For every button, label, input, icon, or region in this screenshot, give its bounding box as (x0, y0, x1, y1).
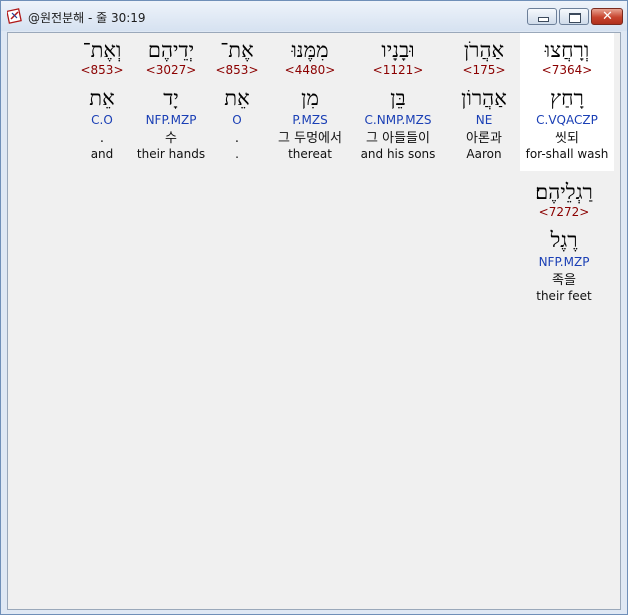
window-title: @원전분해 - 줄 30:19 (28, 11, 146, 25)
hebrew-lemma: אֵת (224, 86, 250, 110)
app-window: @원전분해 - 줄 30:19 ✕ וְרָחֲצוּ <7364> רָחַץ… (0, 0, 628, 615)
title-bar[interactable]: @원전분해 - 줄 30:19 ✕ (1, 1, 627, 31)
close-button[interactable]: ✕ (591, 8, 623, 25)
hebrew-word: וְרָחֲצוּ (544, 38, 590, 62)
maximize-button[interactable] (559, 8, 589, 25)
strong-number-link[interactable]: <853> (72, 63, 132, 77)
strong-number-link[interactable]: <3027> (134, 63, 208, 77)
hebrew-lemma: מִן (301, 86, 319, 110)
morphology-code: P.MZS (292, 113, 328, 127)
morphology-code: C.VQACZP (536, 113, 598, 127)
english-gloss: . (235, 147, 239, 161)
restore-icon (569, 13, 581, 23)
interlinear-panel: וְרָחֲצוּ <7364> רָחַץ C.VQACZP 씻되 for-s… (7, 32, 621, 610)
word-column[interactable]: וּבָנָיו <1121> בֵּן C.NMP.MZS 그 아들들이 an… (354, 33, 442, 162)
strong-number-link[interactable]: <7364> (520, 63, 614, 77)
english-gloss: for-shall wash (525, 147, 609, 161)
hebrew-word: אֶת־ (220, 38, 254, 62)
hebrew-word: מִמֶּנּוּ (291, 38, 329, 62)
strong-number-link[interactable]: <175> (444, 63, 524, 77)
english-gloss: their hands (136, 147, 206, 161)
strong-number-link[interactable]: <7272> (520, 205, 608, 219)
word-column[interactable]: רַגְלֵיהֶם׃ <7272> רֶגֶל NFP.MZP 족을 thei… (520, 175, 608, 304)
english-gloss: Aaron (466, 147, 502, 161)
korean-gloss: 씻되 (555, 131, 579, 146)
morphology-code: NE (475, 113, 493, 127)
strong-number-link[interactable]: <1121> (354, 63, 442, 77)
word-column[interactable]: אֶת־ <853> אֵת O . . (212, 33, 262, 162)
morphology-code: NFP.MZP (538, 255, 590, 269)
english-gloss: their feet (536, 289, 592, 303)
hebrew-lemma: אַהֲרוֹן (461, 86, 507, 110)
korean-gloss: 아론과 (466, 131, 502, 146)
morphology-code: C.NMP.MZS (364, 113, 432, 127)
minimize-button[interactable] (527, 8, 557, 25)
strong-number-link[interactable]: <4480> (266, 63, 354, 77)
hebrew-word: רַגְלֵיהֶם׃ (535, 180, 593, 204)
hebrew-word: אַהֲרֹן (463, 38, 505, 62)
hebrew-word: וּבָנָיו (381, 38, 415, 62)
english-gloss: and (90, 147, 114, 161)
korean-gloss: 수 (165, 131, 177, 146)
korean-gloss: . (99, 131, 105, 146)
morphology-code: NFP.MZP (145, 113, 197, 127)
english-gloss: and his sons (360, 147, 436, 161)
word-column[interactable]: אַהֲרֹן <175> אַהֲרוֹן NE 아론과 Aaron (444, 33, 524, 162)
morphology-code: C.O (91, 113, 113, 127)
word-column[interactable]: וְרָחֲצוּ <7364> רָחַץ C.VQACZP 씻되 for-s… (520, 33, 614, 171)
korean-gloss: 그 두멍에서 (278, 131, 342, 146)
english-gloss: thereat (288, 147, 332, 161)
word-column[interactable]: יְדֵיהֶם <3027> יָד NFP.MZP 수 their hand… (134, 33, 208, 162)
hebrew-lemma: רָחַץ (550, 86, 584, 110)
hebrew-lemma: רֶגֶל (550, 228, 578, 252)
word-column[interactable]: מִמֶּנּוּ <4480> מִן P.MZS 그 두멍에서 therea… (266, 33, 354, 162)
hebrew-word: יְדֵיהֶם (147, 38, 195, 62)
close-icon: ✕ (602, 9, 613, 24)
minimize-icon (538, 17, 549, 22)
strong-number-link[interactable]: <853> (212, 63, 262, 77)
bible-book-icon[interactable] (7, 8, 23, 24)
morphology-code: O (232, 113, 242, 127)
hebrew-lemma: יָד (163, 86, 179, 110)
hebrew-lemma: אֵת (89, 86, 115, 110)
korean-gloss: 족을 (552, 273, 576, 288)
hebrew-lemma: בֵּן (390, 86, 406, 110)
korean-gloss: . (234, 131, 240, 146)
word-column[interactable]: וְאֶת־ <853> אֵת C.O . and (72, 33, 132, 162)
hebrew-word: וְאֶת־ (82, 38, 122, 62)
korean-gloss: 그 아들들이 (366, 131, 430, 146)
